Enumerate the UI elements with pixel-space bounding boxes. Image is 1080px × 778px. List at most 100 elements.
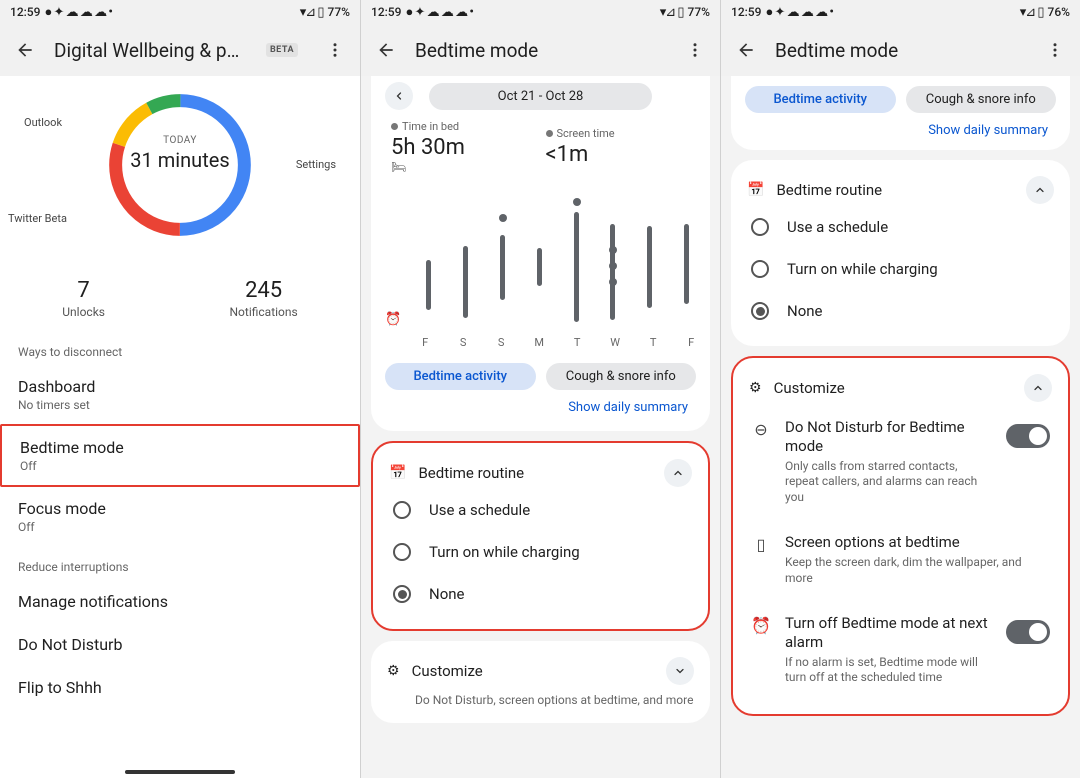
bedtime-routine-title: Bedtime routine bbox=[418, 464, 652, 482]
customize-card-expanded: ⚙ Customize ⊖ Do Not Disturb for Bedtime… bbox=[731, 356, 1070, 716]
date-range-pill[interactable]: Oct 21 - Oct 28 bbox=[429, 83, 652, 110]
customize-title: Customize bbox=[412, 662, 654, 680]
back-icon[interactable] bbox=[375, 39, 397, 61]
donut-label-outlook: Outlook bbox=[24, 116, 62, 129]
day-label: S bbox=[449, 336, 477, 349]
day-label: W bbox=[601, 336, 629, 349]
item-focus-mode[interactable]: Focus modeOff bbox=[0, 487, 360, 546]
item-do-not-disturb[interactable]: Do Not Disturb bbox=[0, 623, 360, 666]
link-show-daily-summary[interactable]: Show daily summary bbox=[745, 113, 1056, 140]
page-title: Bedtime mode bbox=[775, 39, 1026, 62]
link-show-daily-summary[interactable]: Show daily summary bbox=[385, 390, 696, 417]
calendar-icon: 📅 bbox=[747, 182, 764, 198]
app-header: Bedtime mode bbox=[361, 24, 720, 76]
status-time: 12:59 bbox=[731, 5, 761, 19]
donut-label-settings: Settings bbox=[296, 158, 336, 171]
app-header: Digital Wellbeing & pare… BETA bbox=[0, 24, 360, 76]
usage-donut-chart[interactable]: TODAY 31 minutes Outlook Settings Twitte… bbox=[0, 80, 360, 250]
collapse-icon[interactable] bbox=[664, 459, 692, 487]
donut-label-twitter: Twitter Beta bbox=[8, 212, 67, 225]
option-use-schedule[interactable]: Use a schedule bbox=[387, 489, 694, 531]
status-left-icons: ● ✦ ☁ ☁ ☁ • bbox=[765, 4, 832, 20]
status-battery: 76% bbox=[1048, 5, 1070, 19]
status-right-icons: ▾⊿ ▯ bbox=[300, 5, 324, 20]
stat-unlocks[interactable]: 7Unlocks bbox=[62, 278, 105, 319]
status-bar: 12:59 ● ✦ ☁ ☁ ☁ • ▾⊿ ▯ 76% bbox=[721, 0, 1080, 24]
status-battery: 77% bbox=[328, 5, 350, 19]
status-time: 12:59 bbox=[371, 5, 401, 19]
chip-cough-snore[interactable]: Cough & snore info bbox=[546, 363, 697, 390]
back-icon[interactable] bbox=[735, 39, 757, 61]
activity-card-bottom: Bedtime activity Cough & snore info Show… bbox=[731, 76, 1070, 150]
toggle-alarm-off[interactable] bbox=[1006, 620, 1050, 644]
page-title: Bedtime mode bbox=[415, 39, 666, 62]
option-while-charging[interactable]: Turn on while charging bbox=[387, 531, 694, 573]
row-turn-off-at-alarm[interactable]: ⏰ Turn off Bedtime mode at next alarmIf … bbox=[747, 600, 1054, 700]
value-time-in-bed: 5h 30m bbox=[391, 135, 536, 160]
bedtime-routine-card: 📅 Bedtime routine Use a schedule Turn on… bbox=[371, 441, 710, 631]
stats-row: 7Unlocks 245Notifications bbox=[0, 278, 360, 319]
status-left-icons: ● ✦ ☁ ☁ ☁ • bbox=[44, 4, 111, 20]
option-none[interactable]: None bbox=[745, 290, 1056, 332]
status-battery: 77% bbox=[688, 5, 710, 19]
day-label: T bbox=[563, 336, 591, 349]
chip-cough-snore[interactable]: Cough & snore info bbox=[906, 86, 1057, 113]
bedtime-routine-card: 📅 Bedtime routine Use a schedule Turn on… bbox=[731, 160, 1070, 346]
option-use-schedule[interactable]: Use a schedule bbox=[745, 206, 1056, 248]
item-flip-to-shhh[interactable]: Flip to Shhh bbox=[0, 666, 360, 709]
day-label: F bbox=[411, 336, 439, 349]
content-area: TODAY 31 minutes Outlook Settings Twitte… bbox=[0, 76, 360, 778]
chip-bedtime-activity[interactable]: Bedtime activity bbox=[385, 363, 536, 390]
item-bedtime-mode[interactable]: Bedtime modeOff bbox=[0, 424, 360, 487]
customize-card-collapsed[interactable]: ⚙ Customize Do Not Disturb, screen optio… bbox=[371, 641, 710, 723]
item-manage-notifications[interactable]: Manage notifications bbox=[0, 580, 360, 623]
back-icon[interactable] bbox=[14, 39, 36, 61]
content-area: Oct 21 - Oct 28 Time in bed5h 30m🛏 Scree… bbox=[361, 76, 720, 778]
screen-digital-wellbeing: 12:59 ● ✦ ☁ ☁ ☁ • ▾⊿ ▯ 77% Digital Wellbei… bbox=[0, 0, 360, 778]
status-right-icons: ▾⊿ ▯ bbox=[660, 5, 684, 20]
legend-time-in-bed: Time in bed bbox=[402, 120, 459, 133]
more-icon[interactable] bbox=[684, 39, 706, 61]
prev-week-button[interactable] bbox=[385, 82, 413, 110]
option-none[interactable]: None bbox=[387, 573, 694, 615]
item-dashboard[interactable]: DashboardNo timers set bbox=[0, 365, 360, 424]
customize-title: Customize bbox=[774, 379, 1012, 397]
section-reduce-interruptions: Reduce interruptions bbox=[0, 546, 360, 580]
content-area: Bedtime activity Cough & snore info Show… bbox=[721, 76, 1080, 778]
collapse-icon[interactable] bbox=[1026, 176, 1054, 204]
bed-icon: 🛏 bbox=[391, 160, 536, 174]
status-bar: 12:59 ● ✦ ☁ ☁ ☁ • ▾⊿ ▯ 77% bbox=[0, 0, 360, 24]
nav-pill[interactable] bbox=[125, 770, 235, 774]
dnd-icon: ⊖ bbox=[751, 420, 771, 439]
screen-bedtime-mode-customize: 12:59 ● ✦ ☁ ☁ ☁ • ▾⊿ ▯ 76% Bedtime mode Be… bbox=[720, 0, 1080, 778]
stat-notifications[interactable]: 245Notifications bbox=[230, 278, 298, 319]
status-time: 12:59 bbox=[10, 5, 40, 19]
page-title: Digital Wellbeing & pare… bbox=[54, 39, 248, 62]
phone-icon: ▯ bbox=[751, 535, 771, 554]
collapse-icon[interactable] bbox=[1024, 374, 1052, 402]
app-header: Bedtime mode bbox=[721, 24, 1080, 76]
gear-icon: ⚙ bbox=[387, 663, 400, 679]
more-icon[interactable] bbox=[1044, 39, 1066, 61]
row-screen-options[interactable]: ▯ Screen options at bedtimeKeep the scre… bbox=[747, 519, 1054, 600]
status-right-icons: ▾⊿ ▯ bbox=[1020, 5, 1044, 20]
row-dnd-for-bedtime[interactable]: ⊖ Do Not Disturb for Bedtime modeOnly ca… bbox=[747, 404, 1054, 519]
screen-bedtime-mode-overview: 12:59● ✦ ☁ ☁ ☁ • ▾⊿ ▯77% Bedtime mode Oc… bbox=[360, 0, 720, 778]
value-screen-time: <1m bbox=[546, 142, 691, 167]
bedtime-strip-chart bbox=[411, 180, 705, 330]
day-label: S bbox=[487, 336, 515, 349]
day-label: F bbox=[677, 336, 705, 349]
customize-subtitle: Do Not Disturb, screen options at bedtim… bbox=[415, 693, 696, 709]
section-ways-to-disconnect: Ways to disconnect bbox=[0, 331, 360, 365]
calendar-icon: 📅 bbox=[389, 465, 406, 481]
toggle-dnd[interactable] bbox=[1006, 424, 1050, 448]
option-while-charging[interactable]: Turn on while charging bbox=[745, 248, 1056, 290]
beta-badge: BETA bbox=[266, 43, 298, 57]
expand-icon[interactable] bbox=[666, 657, 694, 685]
chip-bedtime-activity[interactable]: Bedtime activity bbox=[745, 86, 896, 113]
more-icon[interactable] bbox=[324, 39, 346, 61]
day-label: T bbox=[639, 336, 667, 349]
status-bar: 12:59● ✦ ☁ ☁ ☁ • ▾⊿ ▯77% bbox=[361, 0, 720, 24]
alarm-icon: ⏰ bbox=[385, 312, 401, 349]
activity-card: Oct 21 - Oct 28 Time in bed5h 30m🛏 Scree… bbox=[371, 76, 710, 431]
